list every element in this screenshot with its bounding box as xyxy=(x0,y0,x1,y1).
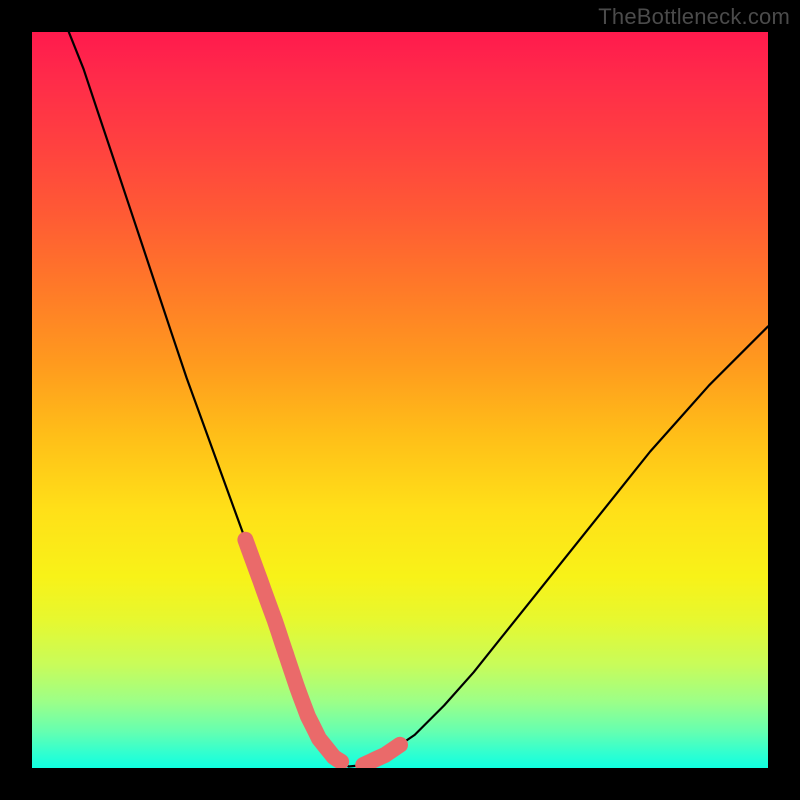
highlight-right xyxy=(363,745,400,765)
bottleneck-curve xyxy=(69,32,768,767)
curve-svg xyxy=(32,32,768,768)
highlight-left xyxy=(245,540,286,654)
chart-frame: TheBottleneck.com xyxy=(0,0,800,800)
highlight-bottom xyxy=(286,654,341,762)
plot-area xyxy=(32,32,768,768)
watermark-text: TheBottleneck.com xyxy=(598,4,790,30)
